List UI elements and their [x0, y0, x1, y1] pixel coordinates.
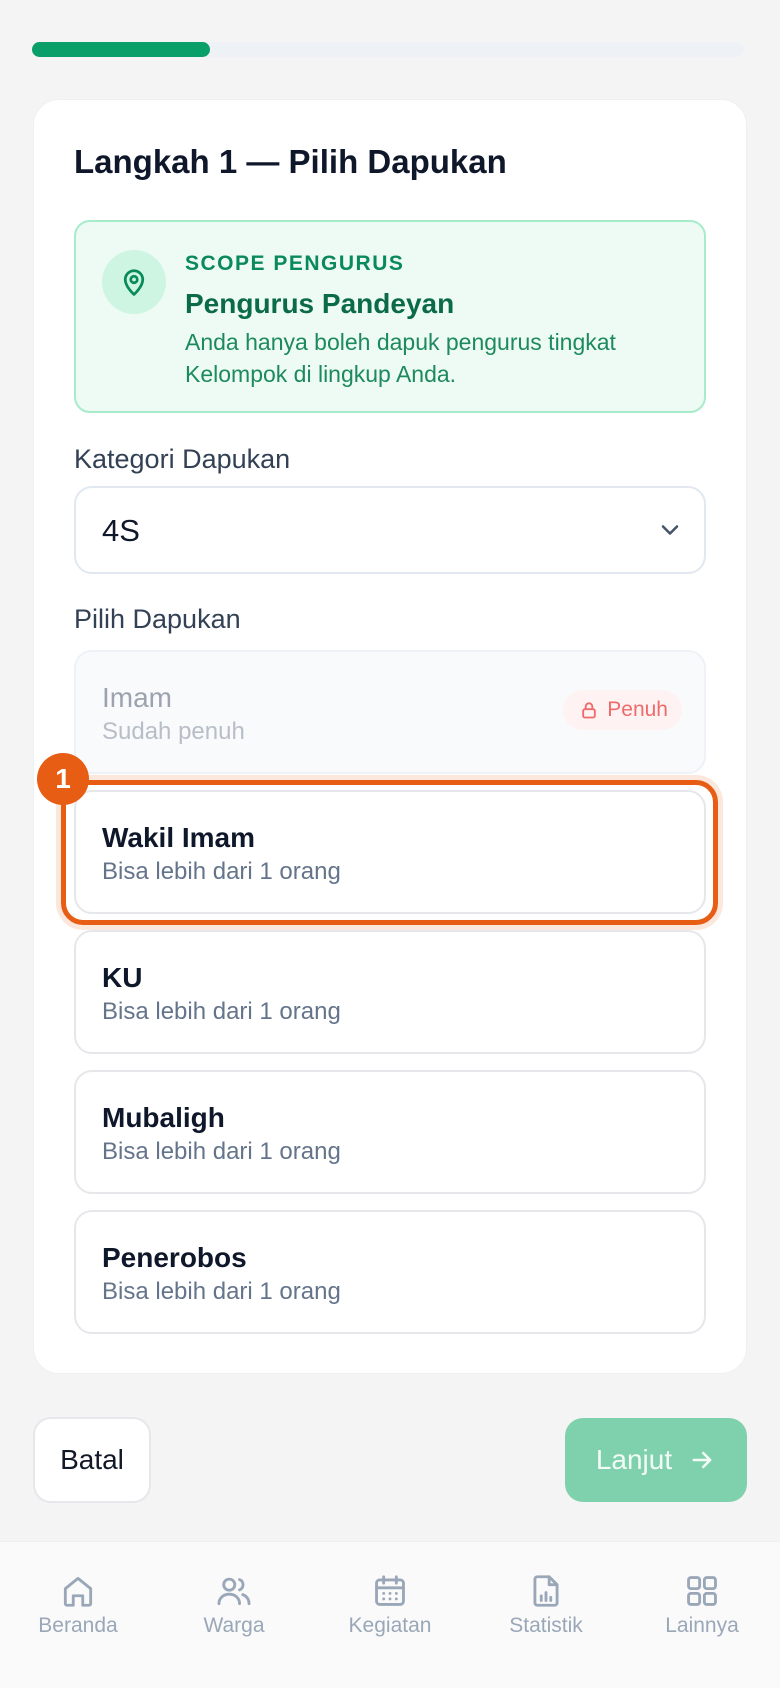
home-icon: [59, 1572, 97, 1610]
next-button[interactable]: Lanjut: [565, 1418, 747, 1502]
option-subtitle: Bisa lebih dari 1 orang: [102, 998, 341, 1025]
users-icon: [215, 1572, 253, 1610]
full-badge-label: Penuh: [607, 698, 668, 721]
nav-item-kegiatan[interactable]: Kegiatan: [320, 1572, 460, 1638]
arrow-right-icon: [688, 1446, 716, 1474]
option-name: Mubaligh: [102, 1102, 225, 1133]
category-label: Kategori Dapukan: [74, 444, 291, 474]
dapukan-option-wakil-imam[interactable]: Wakil Imam Bisa lebih dari 1 orang: [74, 790, 706, 914]
step-marker-badge: 1: [37, 753, 89, 805]
nav-label: Beranda: [38, 1614, 118, 1637]
option-name: Imam: [102, 682, 172, 713]
calendar-icon: [371, 1572, 409, 1610]
scope-name: Pengurus Pandeyan: [185, 288, 455, 319]
option-subtitle: Bisa lebih dari 1 orang: [102, 1278, 341, 1305]
dapukan-option-penerobos[interactable]: Penerobos Bisa lebih dari 1 orang: [74, 1210, 706, 1334]
nav-label: Statistik: [509, 1614, 583, 1637]
nav-label: Warga: [203, 1614, 265, 1637]
nav-item-statistik[interactable]: Statistik: [476, 1572, 616, 1638]
nav-label: Lainnya: [665, 1614, 739, 1637]
option-name: Penerobos: [102, 1242, 247, 1273]
progress-bar-fill: [32, 42, 210, 57]
scope-info-box: SCOPE PENGURUS Pengurus Pandeyan Anda ha…: [74, 220, 706, 413]
map-pin-icon: [102, 250, 166, 314]
next-button-label: Lanjut: [595, 1444, 673, 1475]
scope-kicker: SCOPE PENGURUS: [185, 252, 405, 275]
nav-item-beranda[interactable]: Beranda: [8, 1572, 148, 1638]
option-subtitle: Bisa lebih dari 1 orang: [102, 858, 341, 885]
bottom-nav: Beranda Warga Kegiatan Statistik Lainnya: [0, 1541, 780, 1688]
dapukan-label: Pilih Dapukan: [74, 604, 241, 634]
nav-label: Kegiatan: [348, 1614, 432, 1637]
dapukan-option-mubaligh[interactable]: Mubaligh Bisa lebih dari 1 orang: [74, 1070, 706, 1194]
grid-icon: [683, 1572, 721, 1610]
cancel-button[interactable]: Batal: [33, 1417, 151, 1503]
dapukan-option-imam: Imam Sudah penuh Penuh: [74, 650, 706, 774]
chevron-down-icon: [656, 516, 684, 549]
progress-bar: [32, 42, 744, 57]
category-select[interactable]: 4S: [74, 486, 706, 574]
category-select-value: 4S: [102, 513, 140, 548]
nav-item-warga[interactable]: Warga: [164, 1572, 304, 1638]
option-name: Wakil Imam: [102, 822, 256, 853]
full-badge: Penuh: [563, 690, 682, 730]
report-chart-icon: [527, 1572, 565, 1610]
dapukan-option-ku[interactable]: KU Bisa lebih dari 1 orang: [74, 930, 706, 1054]
option-subtitle: Sudah penuh: [102, 718, 245, 745]
lock-icon: [579, 700, 599, 720]
option-name: KU: [102, 962, 143, 993]
nav-item-lainnya[interactable]: Lainnya: [632, 1572, 772, 1638]
option-subtitle: Bisa lebih dari 1 orang: [102, 1138, 341, 1165]
scope-description: Anda hanya boleh dapuk pengurus tingkat …: [185, 329, 616, 387]
step-title: Langkah 1 — Pilih Dapukan: [74, 143, 507, 180]
